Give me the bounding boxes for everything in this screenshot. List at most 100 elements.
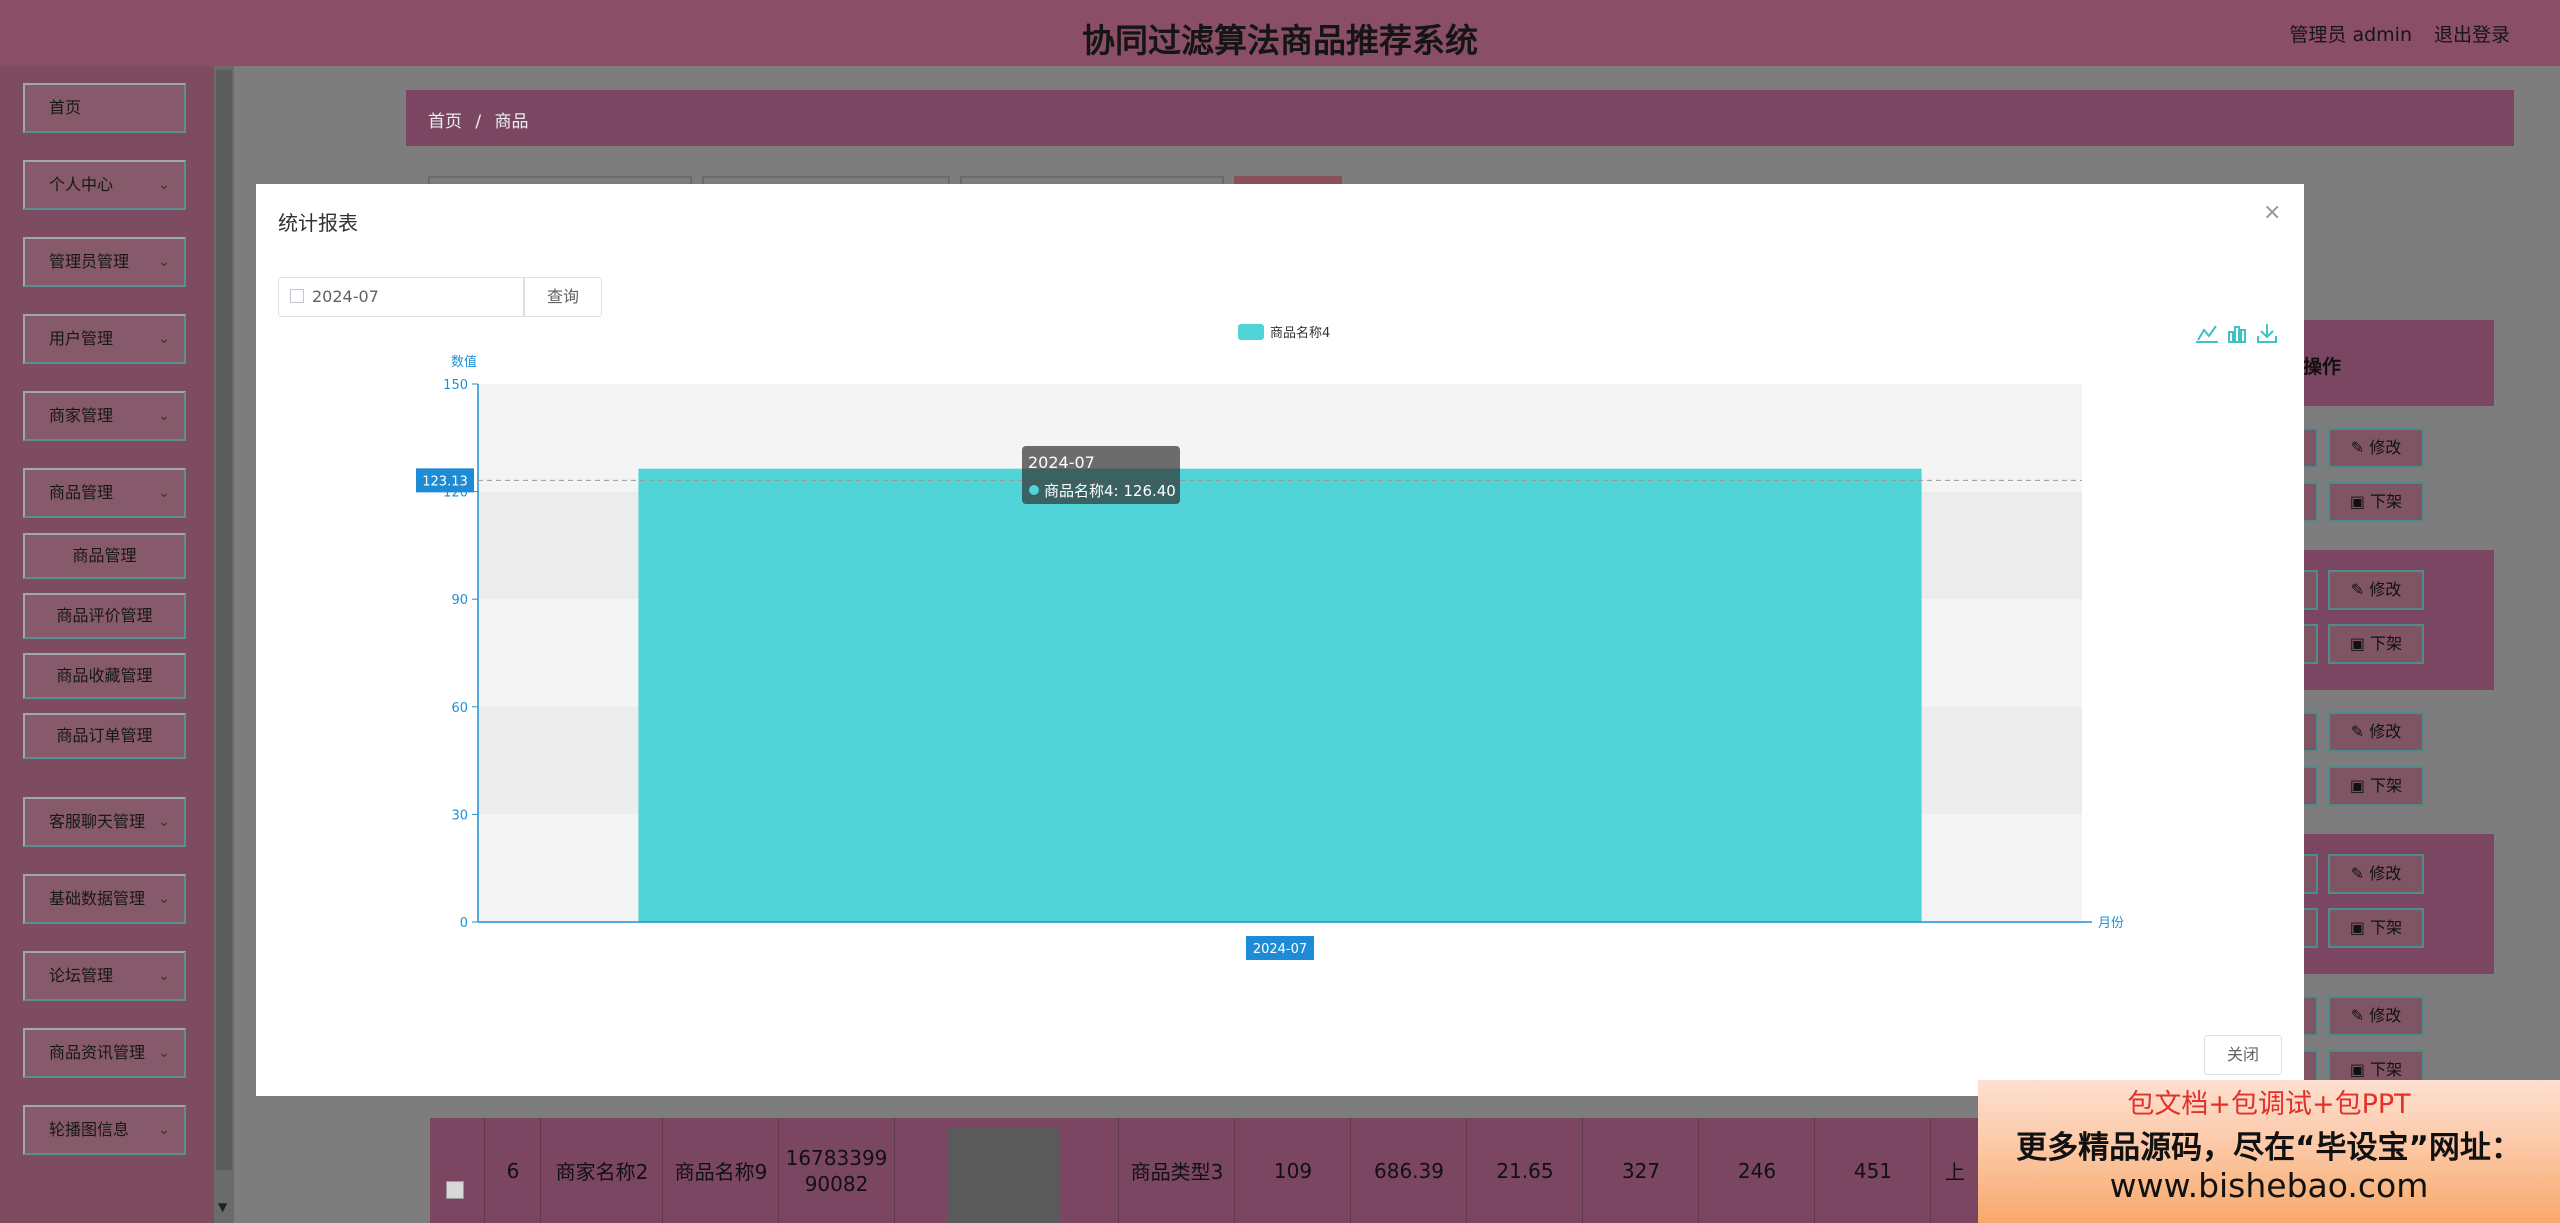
y-tick-label: 90 (451, 593, 468, 608)
bar (638, 468, 1922, 922)
ops-column-title: 操作 (2303, 356, 2342, 378)
cell-value: 686.39 (1350, 1118, 1467, 1223)
breadcrumb-current: 商品 (494, 112, 529, 132)
legend-swatch (1238, 324, 1264, 340)
sidebar-item-label: 商品资讯管理 (49, 1043, 146, 1062)
sidebar-item-admin[interactable]: 管理员管理 ⌄ (23, 237, 186, 287)
offshelf-button[interactable]: ▣ 下架 (2328, 766, 2424, 806)
download-icon[interactable] (2256, 322, 2278, 344)
sidebar-subitem-product-manage[interactable]: 商品管理 (23, 533, 186, 579)
y-tick-label: 30 (451, 808, 468, 823)
sidebar-subitem-label: 商品收藏管理 (56, 666, 153, 685)
y-tick-label: 0 (460, 916, 468, 931)
chevron-down-icon: ⌄ (158, 254, 170, 270)
sidebar-item-label: 用户管理 (49, 329, 114, 348)
legend-label: 商品名称4 (1270, 325, 1330, 341)
sidebar-item-merchants[interactable]: 商家管理 ⌄ (23, 391, 186, 441)
line-chart-icon[interactable] (2196, 322, 2218, 344)
sidebar-scroll-thumb[interactable] (216, 70, 232, 1170)
cell-value: 109 (1234, 1118, 1351, 1223)
sidebar-item-label: 商家管理 (49, 406, 114, 425)
close-button[interactable]: 关闭 (2204, 1035, 2282, 1075)
cell-value: 21.65 (1466, 1118, 1583, 1223)
chevron-down-icon: ⌄ (158, 1045, 170, 1061)
ad-url[interactable]: www.bishebao.com (1978, 1166, 2560, 1205)
sidebar-item-profile[interactable]: 个人中心 ⌄ (23, 160, 186, 210)
ad-line-2: 更多精品源码，尽在“毕设宝”网址： (2016, 1130, 2522, 1166)
chevron-down-icon: ⌄ (158, 814, 170, 830)
calendar-icon (290, 289, 304, 303)
sidebar-subitem-label: 商品订单管理 (56, 726, 153, 745)
tooltip-marker (1029, 485, 1039, 495)
sidebar-subitem-reviews[interactable]: 商品评价管理 (23, 593, 186, 639)
sidebar-item-label: 首页 (49, 98, 82, 117)
stats-chart: 0306090120150数值月份2024-07123.13商品名称42024-… (416, 322, 2278, 960)
sidebar-item-news[interactable]: 商品资讯管理 ⌄ (23, 1028, 186, 1078)
y-axis-title: 数值 (451, 354, 477, 370)
tooltip-title: 2024-07 (1028, 453, 1095, 472)
sidebar-item-label: 轮播图信息 (49, 1120, 130, 1139)
chevron-down-icon: ⌄ (158, 968, 170, 984)
sidebar-item-forum[interactable]: 论坛管理 ⌄ (23, 951, 186, 1001)
sidebar-item-products[interactable]: 商品管理 ⌄ (23, 468, 186, 518)
sidebar-item-users[interactable]: 用户管理 ⌄ (23, 314, 186, 364)
row-checkbox[interactable] (446, 1181, 464, 1199)
chevron-down-icon: ⌄ (158, 408, 170, 424)
modal-title: 统计报表 (278, 211, 358, 235)
offshelf-button[interactable]: ▣ 下架 (2328, 482, 2424, 522)
sidebar-item-home[interactable]: 首页 (23, 83, 186, 133)
sidebar-subitem-label: 商品管理 (72, 546, 137, 565)
cell-index: 6 (484, 1118, 541, 1223)
sidebar-item-label: 管理员管理 (49, 252, 130, 271)
current-user: 管理员 admin (2289, 24, 2412, 46)
cell-type: 商品类型3 (1118, 1118, 1235, 1223)
close-icon[interactable]: × (2263, 200, 2281, 225)
sidebar: 首页 个人中心 ⌄ 管理员管理 ⌄ 用户管理 ⌄ 商家管理 ⌄ 商品管理 ⌄ 商品管理 商… (0, 66, 234, 1223)
sidebar-item-label: 个人中心 (49, 175, 114, 194)
y-axis-pointer-label: 123.13 (422, 474, 468, 489)
sidebar-item-carousel[interactable]: 轮播图信息 ⌄ (23, 1105, 186, 1155)
chevron-down-icon: ⌄ (158, 485, 170, 501)
breadcrumb-separator: / (475, 112, 482, 132)
chevron-down-icon: ⌄ (158, 1122, 170, 1138)
sidebar-item-label: 客服聊天管理 (49, 812, 146, 831)
cell-status: 上 (1930, 1118, 1979, 1223)
offshelf-button[interactable]: ▣ 下架 (2328, 908, 2424, 948)
sidebar-item-label: 基础数据管理 (49, 889, 146, 908)
chevron-down-icon: ⌄ (158, 331, 170, 347)
x-axis-title: 月份 (2098, 916, 2124, 931)
app-title: 协同过滤算法商品推荐系统 (1082, 21, 1478, 60)
cell-product: 商品名称9 (662, 1118, 779, 1223)
bar-chart-icon[interactable] (2226, 322, 2248, 344)
edit-button[interactable]: ✎ 修改 (2328, 712, 2424, 752)
sidebar-item-label: 论坛管理 (49, 966, 114, 985)
sidebar-subitem-label: 商品评价管理 (56, 606, 153, 625)
edit-button[interactable]: ✎ 修改 (2328, 854, 2424, 894)
sidebar-item-label: 商品管理 (49, 483, 114, 502)
cell-merchant: 商家名称2 (540, 1118, 663, 1223)
edit-button[interactable]: ✎ 修改 (2328, 570, 2424, 610)
sidebar-item-basedata[interactable]: 基础数据管理 ⌄ (23, 874, 186, 924)
y-tick-label: 150 (443, 378, 468, 393)
breadcrumb (406, 90, 2514, 146)
sidebar-subitem-orders[interactable]: 商品订单管理 (23, 713, 186, 759)
cell-code: 16783399 90082 (778, 1118, 894, 1223)
chevron-down-icon: ⌄ (158, 891, 170, 907)
product-thumbnail (948, 1128, 1060, 1223)
sidebar-subitem-favorites[interactable]: 商品收藏管理 (23, 653, 186, 699)
sidebar-item-chat[interactable]: 客服聊天管理 ⌄ (23, 797, 186, 847)
logout-link[interactable]: 退出登录 (2434, 20, 2510, 47)
edit-button[interactable]: ✎ 修改 (2328, 428, 2424, 468)
cell-value: 246 (1698, 1118, 1815, 1223)
scroll-down-icon[interactable]: ▼ (218, 1200, 227, 1214)
chevron-down-icon: ⌄ (158, 177, 170, 193)
breadcrumb-home[interactable]: 首页 (428, 112, 462, 132)
x-axis-pointer-label: 2024-07 (1253, 942, 1307, 957)
month-picker-value: 2024-07 (312, 287, 379, 306)
tooltip-text: 商品名称4: 126.40 (1044, 482, 1176, 500)
y-tick-label: 60 (451, 701, 468, 716)
cell-value: 327 (1582, 1118, 1699, 1223)
ad-line-1: 包文档+包调试+包PPT (2127, 1089, 2411, 1120)
edit-button[interactable]: ✎ 修改 (2328, 996, 2424, 1036)
offshelf-button[interactable]: ▣ 下架 (2328, 624, 2424, 664)
